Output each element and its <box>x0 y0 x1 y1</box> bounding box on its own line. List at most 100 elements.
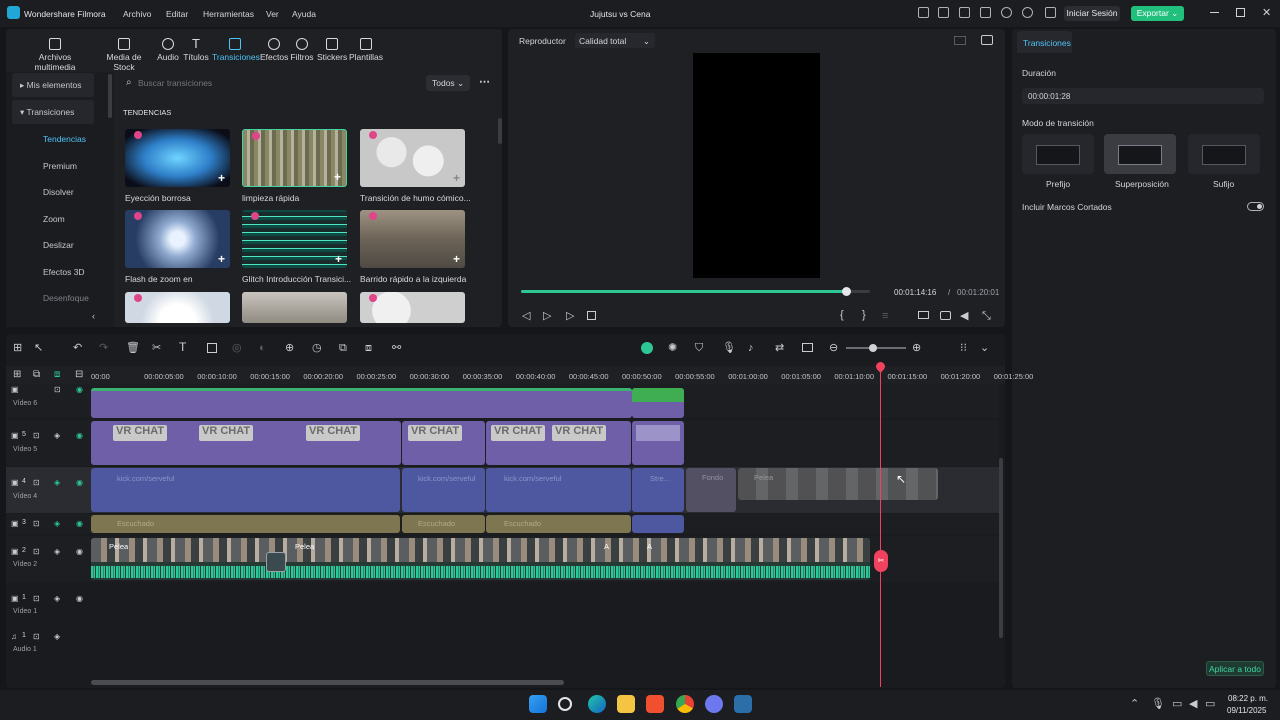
link-icon[interactable]: ⚯ <box>392 342 401 354</box>
track-lock-icon[interactable]: ⊡ <box>33 593 40 605</box>
track-audio-icon[interactable]: ◈ <box>54 518 60 530</box>
windows-start-icon[interactable] <box>529 695 547 713</box>
split-icon[interactable]: ✂ <box>152 342 161 354</box>
stabilize-icon[interactable]: ⧉ <box>339 342 347 354</box>
more-options-icon[interactable]: ⋯ <box>479 76 490 88</box>
transition-thumb[interactable]: + <box>125 210 230 268</box>
track-audio-icon[interactable]: ◈ <box>54 631 60 643</box>
tray-volume-icon[interactable]: ◀ <box>1189 698 1197 710</box>
timeline-clip[interactable] <box>632 515 684 533</box>
tab-titulos[interactable]: T Títulos <box>182 37 210 62</box>
speed-icon[interactable]: ⊕ <box>285 342 294 354</box>
menu-archivo[interactable]: Archivo <box>123 9 151 19</box>
audio-mix-icon[interactable]: ♪ <box>748 342 754 354</box>
zoom-handle[interactable] <box>869 344 877 352</box>
clock-time[interactable]: 08:22 p. m. <box>1228 694 1268 703</box>
track-lock-icon[interactable]: ⊡ <box>33 477 40 489</box>
render-icon[interactable] <box>641 342 653 354</box>
timeline-clip[interactable] <box>632 421 684 465</box>
transition-thumb[interactable]: + <box>360 129 465 187</box>
volume-icon[interactable]: ◀ <box>960 310 968 322</box>
restore-icon[interactable] <box>1236 8 1245 17</box>
tray-battery-icon[interactable]: ▭ <box>1205 698 1215 710</box>
quality-dropdown[interactable]: Calidad total ⌄ <box>575 33 655 48</box>
sidebar-scrollbar[interactable] <box>108 74 112 118</box>
mode-overlap-button[interactable] <box>1104 134 1176 174</box>
zoom-slider[interactable] <box>846 344 906 352</box>
timeline-clip[interactable]: VR CHAT VR CHAT VR CHAT <box>91 421 401 465</box>
export-button[interactable]: Exportar ⌄ <box>1131 6 1184 21</box>
timeline-clip[interactable] <box>91 388 632 418</box>
pip-icon[interactable] <box>802 343 813 352</box>
timeline-grid-icon[interactable]: ⁝⁝ <box>960 342 967 354</box>
track-eye-icon[interactable]: ◉ <box>76 384 83 396</box>
tab-media-stock[interactable]: Media de Stock <box>96 38 152 72</box>
tab-stickers[interactable]: Stickers <box>317 38 347 62</box>
timeline-clip[interactable]: VR CHAT <box>402 421 485 465</box>
duration-input[interactable]: 00:00:01:28 <box>1022 88 1264 104</box>
timer-icon[interactable]: ◷ <box>312 342 322 354</box>
layout-icon[interactable] <box>959 7 970 18</box>
fullscreen-icon[interactable]: ⤡ <box>982 310 991 322</box>
tab-archivos-multimedia[interactable]: Archivos multimedia <box>18 38 92 72</box>
playback-track[interactable] <box>521 287 870 296</box>
tray-chevron-icon[interactable]: ⌃ <box>1130 698 1139 710</box>
keyframe-icon[interactable]: ⧈ <box>365 342 372 354</box>
browser-scrollbar[interactable] <box>498 118 502 144</box>
shield-icon[interactable]: ⛉ <box>695 342 703 354</box>
tab-plantillas[interactable]: Plantillas <box>349 38 383 62</box>
snap-icon[interactable]: ⧈ <box>54 369 60 381</box>
tray-network-icon[interactable]: ▭ <box>1172 698 1182 710</box>
stop-icon[interactable] <box>587 311 596 320</box>
transition-thumb-selected[interactable]: + <box>242 129 347 187</box>
timeline-clip[interactable]: kick.com/serveful <box>486 468 631 512</box>
cloud-icon[interactable] <box>1001 7 1012 18</box>
close-icon[interactable]: ✕ <box>1262 6 1271 19</box>
undo-icon[interactable]: ↶ <box>73 342 82 354</box>
timeline-clip[interactable]: Pelea Pelea A A <box>91 538 870 580</box>
playback-handle[interactable] <box>841 287 851 296</box>
microphone-icon[interactable]: 🎙 <box>722 342 736 354</box>
split-handle-icon[interactable]: ✂ <box>874 550 888 572</box>
tray-mic-icon[interactable]: 🎙 <box>1151 698 1165 710</box>
menu-ayuda[interactable]: Ayuda <box>292 9 316 19</box>
track-eye-icon[interactable]: ◉ <box>76 593 83 605</box>
filter-dropdown[interactable]: Todos ⌄ <box>426 75 470 91</box>
timeline-clip-ghost[interactable]: Fondo <box>686 468 736 512</box>
step-play-icon[interactable]: ▷ <box>543 310 551 322</box>
camera-icon[interactable] <box>940 311 951 320</box>
color-icon[interactable]: ◐ <box>259 342 266 354</box>
effects-track-icon[interactable]: ✺ <box>668 342 677 354</box>
clock-date[interactable]: 09/11/2025 <box>1227 706 1266 715</box>
add-icon[interactable]: + <box>453 252 460 266</box>
add-icon[interactable]: + <box>453 171 460 185</box>
layout-grid-icon[interactable]: ⊞ <box>13 342 22 354</box>
grid-view-icon[interactable] <box>954 36 966 45</box>
timeline-clip[interactable]: kick.com/serveful <box>402 468 485 512</box>
playhead-line[interactable] <box>880 366 881 687</box>
mode-suffix-button[interactable] <box>1188 134 1260 174</box>
timeline-clip[interactable]: Escuchado <box>402 515 485 533</box>
send-icon[interactable] <box>918 7 929 18</box>
link-tracks-icon[interactable]: ⧉ <box>33 369 40 381</box>
timeline-v-scrollbar[interactable] <box>999 458 1003 638</box>
track-eye-icon[interactable]: ◉ <box>76 477 83 489</box>
track-lock-icon[interactable]: ⊡ <box>33 518 40 530</box>
support-icon[interactable] <box>1022 7 1033 18</box>
menu-editar[interactable]: Editar <box>166 9 188 19</box>
tab-audio[interactable]: Audio <box>155 38 181 62</box>
minimize-icon[interactable] <box>1210 12 1219 13</box>
track-lock-icon[interactable]: ⊡ <box>54 384 61 396</box>
track-lock-icon[interactable]: ⊡ <box>33 546 40 558</box>
brave-icon[interactable] <box>646 695 664 713</box>
discord-icon[interactable] <box>705 695 723 713</box>
ai-tool-icon[interactable]: ◎ <box>232 342 242 354</box>
search-taskbar-icon[interactable] <box>558 697 572 711</box>
search-input[interactable] <box>138 75 408 90</box>
filmora-taskbar-icon[interactable] <box>734 695 752 713</box>
track-audio-icon[interactable]: ◈ <box>54 477 60 489</box>
transition-thumb[interactable]: + <box>242 210 347 268</box>
track-eye-icon[interactable]: ◉ <box>76 518 83 530</box>
timeline-clip[interactable]: Stre... <box>632 468 684 512</box>
transition-marker[interactable] <box>266 552 286 572</box>
